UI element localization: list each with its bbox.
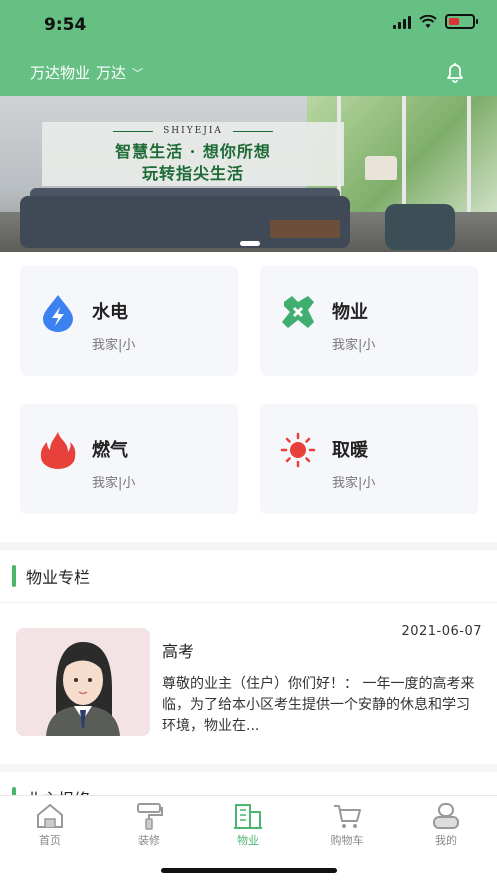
service-sub: 我家|小: [332, 476, 376, 491]
article-excerpt: 尊敬的业主（住户）你们好！： 一年一度的高考来临，为了给本小区考生提供一个安静的…: [162, 676, 475, 734]
service-sub: 我家|小: [92, 476, 136, 491]
status-icons: [393, 14, 478, 29]
signal-icon: [393, 15, 411, 29]
tab-mine[interactable]: 我的: [406, 802, 486, 848]
tab-decoration[interactable]: 装修: [109, 802, 189, 848]
wifi-icon: [419, 14, 437, 28]
service-card-heating[interactable]: 取暖 我家|小: [260, 404, 478, 514]
banner-brand-line: SHIYEJIA: [82, 126, 304, 136]
article-thumbnail: [16, 628, 150, 736]
building-icon: [234, 804, 262, 829]
tab-label: 装修: [138, 834, 160, 847]
article-card[interactable]: 2021-06-07 高考 尊敬的业主（住户）你们好！： 一年一度的高考来临，为…: [16, 624, 482, 744]
header-title: 万达物业: [30, 64, 91, 82]
service-name: 水电: [92, 302, 128, 323]
banner-lamp: [365, 156, 397, 180]
user-icon: [433, 803, 459, 829]
service-name: 取暖: [332, 440, 368, 461]
app-header: 9:54 万达物业 万达 ﹀: [0, 0, 497, 96]
banner-slogan-line1: 智慧生活 · 想你所想: [115, 142, 271, 161]
article-date: 2021-06-07: [401, 624, 482, 639]
home-indicator[interactable]: [161, 868, 337, 873]
promo-banner[interactable]: SHIYEJIA 智慧生活 · 想你所想 玩转指尖生活: [0, 96, 497, 252]
service-name: 物业: [332, 302, 368, 323]
banner-slogan-line2: 玩转指尖生活: [141, 164, 244, 183]
service-card-water-electric[interactable]: 水电 我家|小: [20, 266, 238, 376]
service-card-property[interactable]: 物业 我家|小: [260, 266, 478, 376]
banner-text-box: SHIYEJIA 智慧生活 · 想你所想 玩转指尖生活: [42, 122, 344, 186]
cart-icon: [334, 805, 361, 828]
banner-brand: SHIYEJIA: [163, 126, 223, 136]
tab-home[interactable]: 首页: [10, 802, 90, 848]
section-header: 物业专栏: [12, 564, 90, 588]
tab-property[interactable]: 物业: [208, 802, 288, 848]
flame-icon: [40, 432, 76, 469]
water-drop-lightning-icon: [43, 295, 73, 332]
bell-icon[interactable]: [443, 60, 467, 84]
banner-table: [270, 220, 340, 238]
battery-icon: [445, 14, 478, 29]
chevron-down-icon: ﹀: [132, 66, 144, 80]
service-card-gas[interactable]: 燃气 我家|小: [20, 404, 238, 514]
property-column-section: 物业专栏 2021-06-07 高考 尊敬的业主（住户）你们好！： 一年一度的高…: [0, 550, 497, 764]
divider: [0, 602, 497, 603]
community-selector[interactable]: 万达物业 万达 ﹀: [30, 62, 143, 83]
tab-label: 物业: [237, 834, 259, 847]
section-marker: [12, 565, 16, 587]
carousel-indicator[interactable]: [240, 241, 260, 246]
banner-chair: [385, 204, 455, 250]
status-time: 9:54: [44, 15, 87, 35]
tab-label: 购物车: [330, 834, 364, 847]
service-sub: 我家|小: [92, 338, 136, 353]
tab-cart[interactable]: 购物车: [307, 802, 387, 848]
sun-icon: [280, 432, 316, 468]
community-name: 万达: [96, 64, 127, 82]
article-title: 高考: [162, 642, 195, 661]
tab-label: 我的: [435, 834, 457, 847]
service-sub: 我家|小: [332, 338, 376, 353]
tab-label: 首页: [39, 834, 61, 847]
service-name: 燃气: [92, 440, 128, 461]
home-icon: [37, 803, 63, 828]
section-title: 物业专栏: [26, 568, 91, 587]
service-grid: 水电 我家|小 物业 我家|小 燃气 我家|小 取暖 我家|小: [0, 252, 497, 542]
tools-icon: [282, 296, 314, 328]
paint-roller-icon: [137, 803, 163, 830]
